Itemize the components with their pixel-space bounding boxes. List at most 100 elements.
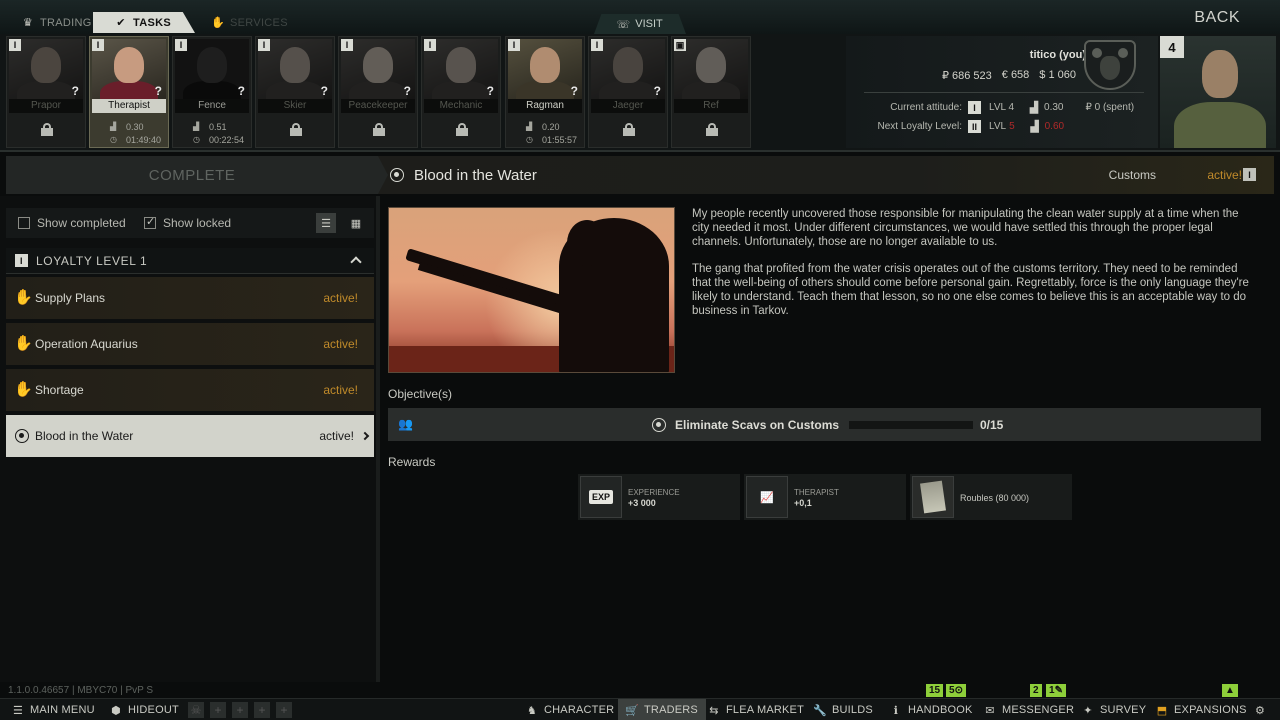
task-title: Blood in the Water bbox=[414, 166, 537, 184]
clock-icon: ◷ bbox=[526, 135, 533, 144]
messenger-button[interactable]: ✉ MESSENGER bbox=[984, 699, 1074, 720]
roubles-balance: ₽ 686 523 bbox=[941, 70, 992, 82]
trader-card-therapist[interactable]: I ? Therapist ▟ 0.30 ◷ 01:49:40 bbox=[89, 36, 169, 148]
trader-level-badge: I bbox=[9, 39, 21, 51]
quest-item-selected[interactable]: Blood in the Water active! bbox=[6, 415, 374, 457]
trader-level-badge: I bbox=[258, 39, 270, 51]
survey-button[interactable]: ✦ SURVEY bbox=[1082, 699, 1146, 720]
quest-item[interactable]: ✋ Operation Aquarius active! bbox=[6, 323, 374, 365]
unknown-icon: ? bbox=[403, 84, 411, 98]
flea-market-label: FLEA MARKET bbox=[726, 704, 804, 716]
reward-roubles[interactable]: Roubles (80 000) bbox=[910, 474, 1072, 520]
objective-count: 0/15 bbox=[980, 418, 1004, 432]
loyalty-header-label: LOYALTY LEVEL 1 bbox=[36, 253, 148, 268]
tab-services[interactable]: ✋ SERVICES bbox=[190, 12, 290, 33]
survey-label: SURVEY bbox=[1100, 704, 1147, 716]
empty-slot[interactable]: + bbox=[210, 702, 226, 718]
unknown-icon: ? bbox=[570, 84, 578, 98]
exp-icon-label: EXP bbox=[588, 490, 613, 504]
task-description: My people recently uncovered those respo… bbox=[692, 207, 1258, 331]
back-button[interactable]: BACK bbox=[1194, 9, 1240, 27]
quest-item[interactable]: ✋ Supply Plans active! bbox=[6, 277, 374, 319]
tab-tasks[interactable]: ✔ TASKS bbox=[93, 12, 195, 33]
wrench-icon: 🔧 bbox=[813, 704, 827, 717]
character-button[interactable]: ♞ CHARACTER bbox=[526, 699, 614, 720]
version-label: 1.1.0.0.46657 | MBYC70 | PvP S bbox=[8, 685, 154, 696]
skull-icon[interactable]: ☠ bbox=[188, 702, 204, 718]
reward-standing: 📈 THERAPIST +0,1 bbox=[744, 474, 906, 520]
tab-trading[interactable]: ♛ TRADING bbox=[0, 12, 92, 33]
trader-name: Skier bbox=[258, 99, 332, 113]
indicator-badge: 15 bbox=[926, 684, 944, 697]
trader-level-badge: I bbox=[341, 39, 353, 51]
exp-icon: EXP bbox=[580, 476, 622, 518]
settings-button[interactable]: ⚙ bbox=[1254, 699, 1266, 720]
character-icon: ♞ bbox=[526, 704, 538, 717]
show-completed-checkbox[interactable]: Show completed bbox=[18, 216, 126, 230]
lock-icon bbox=[290, 123, 302, 136]
visit-button[interactable]: ☏ VISIT bbox=[594, 14, 686, 34]
main-menu-button[interactable]: ☰ MAIN MENU bbox=[12, 699, 95, 720]
timer-value: 01:49:40 bbox=[126, 135, 162, 145]
next-standing-requirement: 0.60 bbox=[1044, 121, 1065, 132]
trader-card-ref[interactable]: ▣ Ref bbox=[671, 36, 751, 148]
handbook-button[interactable]: ℹ HANDBOOK bbox=[890, 699, 973, 720]
trader-card-prapor[interactable]: I ? Prapor bbox=[6, 36, 86, 148]
hideout-button[interactable]: ⬢ HIDEOUT bbox=[110, 699, 179, 720]
messenger-label: MESSENGER bbox=[1002, 704, 1075, 716]
complete-button[interactable]: COMPLETE bbox=[6, 156, 378, 194]
builds-label: BUILDS bbox=[832, 704, 873, 716]
expansions-label: EXPANSIONS bbox=[1174, 704, 1247, 716]
expansions-icon: ⬒ bbox=[1156, 704, 1168, 717]
trader-card-ragman[interactable]: I ? Ragman ▟ 0.20 ◷ 01:55:57 bbox=[505, 36, 585, 148]
trader-level-badge: I bbox=[175, 39, 187, 51]
traders-button[interactable]: 🛒 TRADERS bbox=[618, 699, 706, 720]
group-icon: 👥 bbox=[398, 417, 413, 431]
trader-level-badge: I bbox=[424, 39, 436, 51]
quest-status: active! bbox=[323, 291, 358, 305]
trader-name: Jaeger bbox=[591, 99, 665, 113]
unknown-icon: ? bbox=[320, 84, 328, 98]
trader-card-peacekeeper[interactable]: I ? Peacekeeper bbox=[338, 36, 418, 148]
objective-text: Eliminate Scavs on Customs bbox=[675, 418, 840, 432]
unknown-icon: ? bbox=[237, 84, 245, 98]
show-completed-label: Show completed bbox=[37, 216, 126, 230]
task-location: Customs bbox=[1108, 168, 1156, 182]
quest-item[interactable]: ✋ Shortage active! bbox=[6, 369, 374, 411]
trader-card-skier[interactable]: I ? Skier bbox=[255, 36, 335, 148]
standing-value: 0.20 bbox=[542, 122, 560, 132]
hideout-label: HIDEOUT bbox=[128, 704, 179, 716]
reward-experience: EXP EXPERIENCE +3 000 bbox=[578, 474, 740, 520]
builds-button[interactable]: 🔧 BUILDS bbox=[813, 699, 873, 720]
grid-view-icon[interactable]: ▦ bbox=[346, 213, 366, 233]
divider bbox=[864, 92, 1144, 93]
hamburger-icon: ☰ bbox=[12, 704, 24, 717]
show-locked-checkbox[interactable]: Show locked bbox=[144, 215, 231, 230]
flea-market-button[interactable]: ⇆ FLEA MARKET bbox=[708, 699, 804, 720]
trader-timer: ◷ 01:55:57 bbox=[526, 135, 577, 145]
player-level-badge: 4 bbox=[1160, 36, 1184, 58]
expansions-button[interactable]: ⬒ EXPANSIONS bbox=[1156, 699, 1247, 720]
empty-slot[interactable]: + bbox=[232, 702, 248, 718]
lock-icon bbox=[456, 123, 468, 136]
empty-slot[interactable]: + bbox=[254, 702, 270, 718]
trader-card-mechanic[interactable]: I ? Mechanic bbox=[421, 36, 501, 148]
character-label: CHARACTER bbox=[544, 704, 615, 716]
handshake-icon: ✋ bbox=[14, 381, 33, 398]
quest-name: Shortage bbox=[35, 383, 84, 397]
trader-name: Therapist bbox=[92, 99, 166, 113]
main-menu-label: MAIN MENU bbox=[30, 704, 95, 716]
crosshair-icon bbox=[390, 168, 404, 182]
empty-slot[interactable]: + bbox=[276, 702, 292, 718]
task-status: active! bbox=[1207, 168, 1242, 182]
crosshair-icon bbox=[15, 429, 29, 443]
loyalty-level-header[interactable]: I LOYALTY LEVEL 1 bbox=[6, 248, 374, 274]
task-loyalty-badge: I bbox=[1243, 168, 1256, 181]
objective-progress-bar bbox=[849, 421, 973, 429]
trader-card-jaeger[interactable]: I ? Jaeger bbox=[588, 36, 668, 148]
clock-icon: ◷ bbox=[110, 135, 117, 144]
list-view-icon[interactable]: ☰ bbox=[316, 213, 336, 233]
handbook-label: HANDBOOK bbox=[908, 704, 973, 716]
trader-card-fence[interactable]: I ? Fence ▟ 0.51 ◷ 00:22:54 bbox=[172, 36, 252, 148]
clock-icon: ◷ bbox=[193, 135, 200, 144]
